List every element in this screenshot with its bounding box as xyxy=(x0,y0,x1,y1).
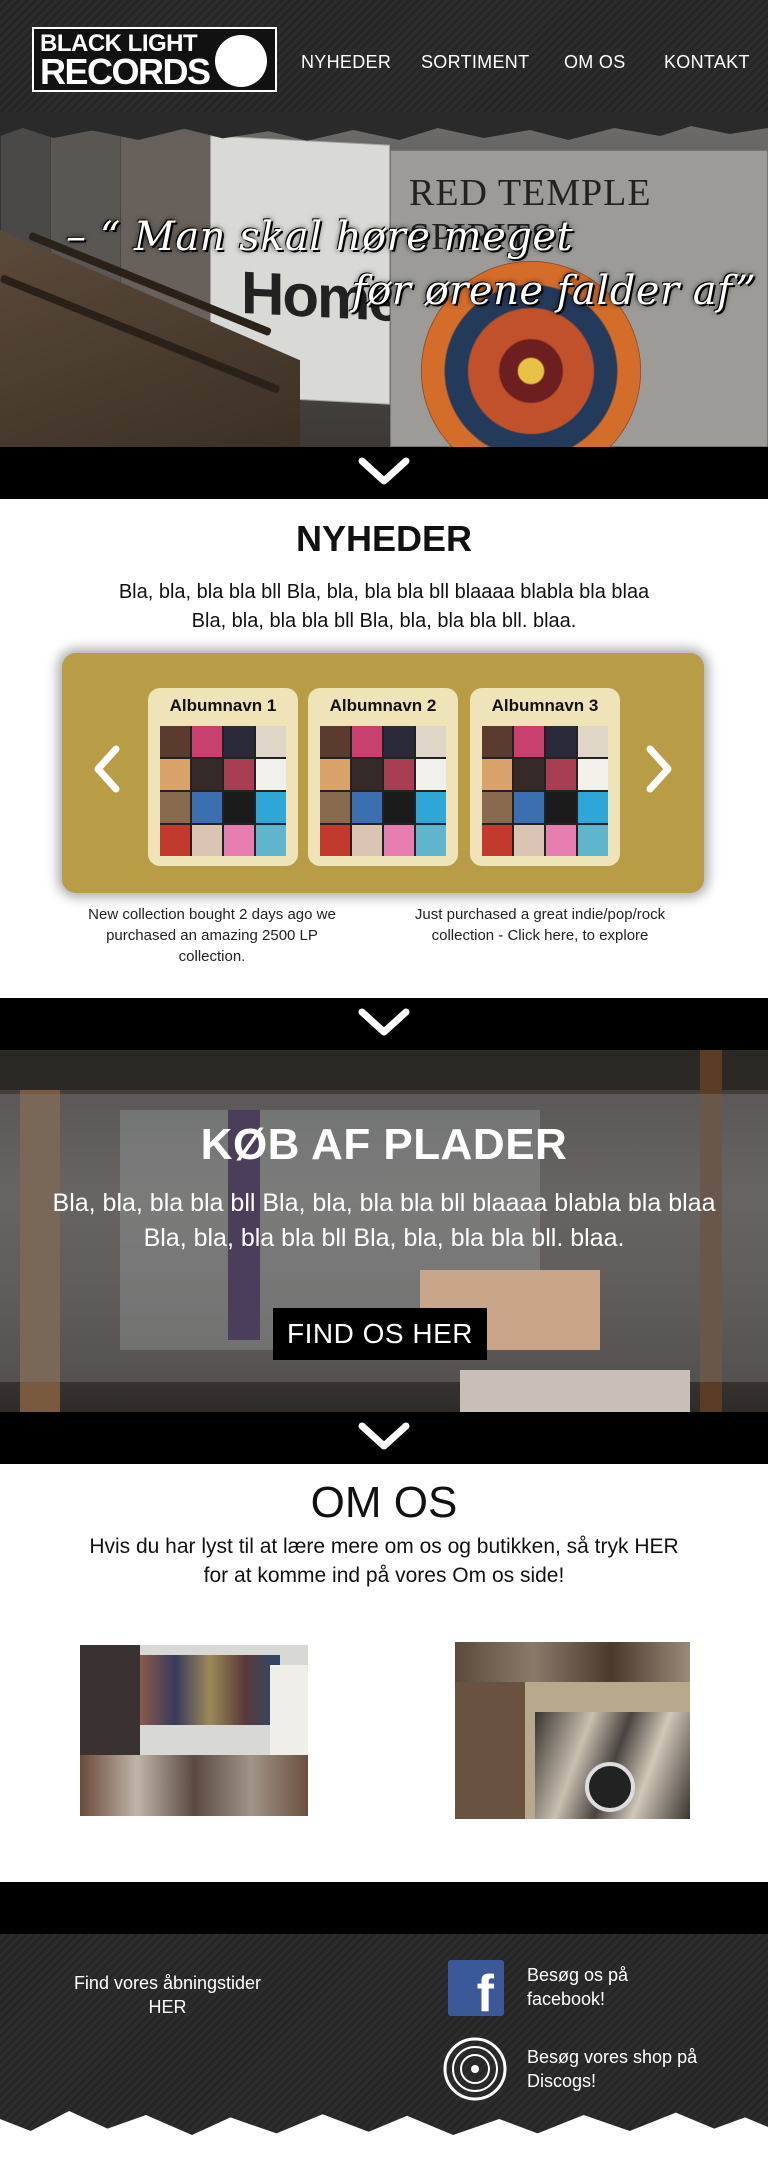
store-photo-2 xyxy=(455,1642,690,1819)
facebook-link[interactable]: Besøg os på facebook! xyxy=(527,1963,628,2011)
buy-text-line2: Bla, bla, bla bla bll Bla, bla, bla bla … xyxy=(143,1224,625,1252)
news-caption-left: New collection bought 2 days ago we purc… xyxy=(82,904,342,967)
album-name: Albumnavn 2 xyxy=(329,696,437,715)
album-thumbnail xyxy=(160,726,286,856)
find-us-button[interactable]: FIND OS HER xyxy=(273,1308,487,1360)
chevron-down-icon[interactable] xyxy=(358,457,410,487)
news-caption-right[interactable]: Just purchased a great indie/pop/rock co… xyxy=(400,904,680,946)
logo-circle-icon xyxy=(215,35,267,87)
section-divider xyxy=(0,1412,768,1464)
nav-om-os[interactable]: OM OS xyxy=(564,52,626,73)
chevron-down-icon[interactable] xyxy=(358,1422,410,1452)
album-thumbnail xyxy=(482,726,608,856)
shelf xyxy=(0,1050,768,1090)
section-divider xyxy=(0,447,768,499)
facebook-line2: facebook! xyxy=(527,1989,606,2009)
logo[interactable]: BLACK LIGHT RECORDS xyxy=(32,27,277,92)
section-divider xyxy=(0,998,768,1050)
about-title: OM OS xyxy=(310,1478,458,1527)
buy-section: KØB AF PLADER Bla, bla, bla bla bll Bla,… xyxy=(0,1050,768,1412)
album-thumbnail xyxy=(320,726,446,856)
discogs-line2: Discogs! xyxy=(527,2071,597,2091)
caption-line: purchased an amazing 2500 LP collection. xyxy=(106,927,318,965)
discogs-line1: Besøg vores shop på xyxy=(527,2047,698,2067)
shelf xyxy=(460,1370,690,1412)
logo-line2: RECORDS xyxy=(40,51,211,92)
opening-hours-line1: Find vores åbningstider xyxy=(73,1973,262,1993)
news-text-line1: Bla, bla, bla bla bll Bla, bla, bla bla … xyxy=(118,581,650,603)
torn-edge xyxy=(0,2111,768,2167)
footer-black-bar xyxy=(0,1882,768,1934)
hero-section: Home RED TEMPLE SPIRITS BLACK LIGHT RECO… xyxy=(0,0,768,447)
caption-line: New collection bought 2 days ago we xyxy=(88,906,336,923)
about-text: Hvis du har lyst til at lære mere om os … xyxy=(60,1532,708,1590)
hero-quote-line2: før ørene falder af” xyxy=(352,268,757,314)
caption-line: collection - Click here, to explore xyxy=(431,927,649,944)
album-name: Albumnavn 3 xyxy=(491,696,599,715)
album-carousel: Albumnavn 1 Albumnavn 2 Albumnavn 3 xyxy=(62,653,704,893)
buy-text-line1: Bla, bla, bla bla bll Bla, bla, bla bla … xyxy=(52,1189,716,1217)
album-card[interactable]: Albumnavn 2 xyxy=(308,688,458,866)
news-title: NYHEDER xyxy=(295,518,473,559)
news-text-line2: Bla, bla, bla bla bll Bla, bla, bla bla … xyxy=(191,610,577,632)
nav-sortiment[interactable]: SORTIMENT xyxy=(421,52,529,73)
discogs-link[interactable]: Besøg vores shop på Discogs! xyxy=(527,2045,697,2093)
buy-title: KØB AF PLADER xyxy=(200,1120,568,1169)
nav-kontakt[interactable]: KONTAKT xyxy=(664,52,750,73)
album-name: Albumnavn 1 xyxy=(169,696,277,715)
caption-line: Just purchased a great indie/pop/rock xyxy=(414,906,666,923)
album-card[interactable]: Albumnavn 3 xyxy=(470,688,620,866)
page: Home RED TEMPLE SPIRITS BLACK LIGHT RECO… xyxy=(0,0,768,2167)
chevron-down-icon[interactable] xyxy=(358,1008,410,1038)
opening-hours-link[interactable]: Find vores åbningstider HER xyxy=(55,1971,280,2019)
store-photo-1 xyxy=(80,1645,308,1816)
chevron-left-icon[interactable] xyxy=(90,743,124,795)
opening-hours-line2: HER xyxy=(148,1997,187,2017)
about-text-line2: for at komme ind på vores Om os side! xyxy=(203,1564,565,1587)
discogs-record-icon[interactable] xyxy=(443,2037,507,2101)
hero-quote-line1: – “ Man skal høre meget xyxy=(66,214,574,260)
buy-text: Bla, bla, bla bla bll Bla, bla, bla bla … xyxy=(30,1186,738,1256)
footer xyxy=(0,1882,768,2167)
chevron-right-icon[interactable] xyxy=(642,743,676,795)
album-card[interactable]: Albumnavn 1 xyxy=(148,688,298,866)
facebook-line1: Besøg os på xyxy=(527,1965,629,1985)
about-text-line1: Hvis du har lyst til at lære mere om os … xyxy=(89,1535,679,1558)
nav-nyheder[interactable]: NYHEDER xyxy=(301,52,391,73)
facebook-icon[interactable]: f xyxy=(448,1960,504,2020)
